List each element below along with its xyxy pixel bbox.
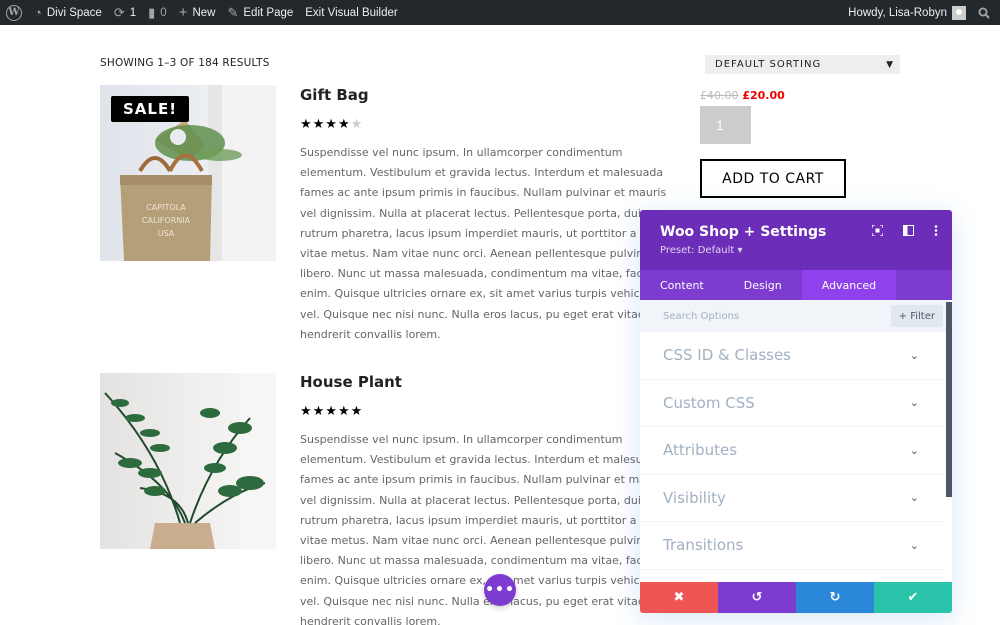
module-settings-panel: Woo Shop + Settings Preset: Default ▾ Co… bbox=[640, 210, 952, 613]
settings-sections: CSS ID & Classes ⌄ Custom CSS ⌄ Attribut… bbox=[640, 332, 952, 570]
split-view-icon[interactable] bbox=[903, 225, 914, 239]
star-rating: ★★★★★ bbox=[300, 404, 363, 419]
section-custom-css[interactable]: Custom CSS ⌄ bbox=[640, 380, 944, 427]
panel-scrollbar[interactable] bbox=[946, 302, 952, 497]
section-label: Visibility bbox=[663, 488, 726, 507]
chevron-down-icon: ⌄ bbox=[909, 443, 919, 457]
section-transitions[interactable]: Transitions ⌄ bbox=[640, 522, 944, 570]
product-image-house-plant[interactable] bbox=[100, 373, 276, 549]
dashboard-icon: ◔ bbox=[34, 5, 42, 20]
product-description: Suspendisse vel nunc ipsum. In ullamcorp… bbox=[300, 146, 667, 341]
save-button[interactable]: ✔ bbox=[874, 582, 952, 613]
close-icon: ✖ bbox=[673, 590, 685, 605]
new-label: New bbox=[192, 6, 216, 19]
house-plant-illustration bbox=[104, 373, 276, 549]
pencil-icon: ✎ bbox=[227, 4, 239, 20]
sale-badge: SALE! bbox=[111, 96, 190, 122]
product-title[interactable]: House Plant bbox=[300, 373, 402, 391]
preset-dropdown[interactable]: Preset: Default ▾ bbox=[660, 245, 952, 256]
exit-builder-label: Exit Visual Builder bbox=[305, 6, 398, 19]
chevron-down-icon: ⌄ bbox=[909, 491, 919, 505]
section-label: Transitions bbox=[663, 536, 744, 555]
section-label: Custom CSS bbox=[663, 393, 755, 412]
undo-icon: ↺ bbox=[751, 590, 763, 605]
stars-filled: ★★★★ bbox=[300, 117, 351, 132]
updates-count: 1 bbox=[129, 6, 137, 19]
chevron-down-icon: ⌄ bbox=[909, 348, 919, 362]
product-image-gift-bag[interactable]: CAPITOLA CALIFORNIA USA SALE! bbox=[100, 85, 276, 261]
panel-header: Woo Shop + Settings Preset: Default ▾ bbox=[640, 210, 952, 270]
product-price: £40.00 £20.00 bbox=[700, 89, 785, 102]
svg-text:CAPITOLA: CAPITOLA bbox=[146, 203, 186, 212]
sorting-selected: DEFAULT SORTING bbox=[715, 59, 822, 70]
svg-text:CALIFORNIA: CALIFORNIA bbox=[142, 216, 191, 225]
wp-logo-menu[interactable]: W bbox=[0, 0, 28, 25]
site-name: Divi Space bbox=[46, 6, 102, 19]
star-rating: ★★★★★ bbox=[300, 117, 363, 132]
panel-footer: ✖ ↺ ↻ ✔ bbox=[640, 582, 952, 613]
chevron-down-icon: ⌄ bbox=[909, 396, 919, 410]
stars-empty: ★ bbox=[350, 117, 364, 132]
wordpress-icon: W bbox=[6, 4, 22, 21]
plus-icon: + bbox=[178, 4, 188, 21]
comment-icon: ▮ bbox=[148, 4, 156, 20]
filter-button[interactable]: + Filter bbox=[890, 305, 943, 327]
howdy-text: Howdy, Lisa-Robyn bbox=[848, 6, 947, 19]
discard-button[interactable]: ✖ bbox=[640, 582, 718, 613]
section-visibility[interactable]: Visibility ⌄ bbox=[640, 475, 944, 522]
updates-menu[interactable]: ⟳ 1 bbox=[108, 0, 142, 25]
new-content-menu[interactable]: + New bbox=[173, 0, 222, 25]
search-toggle[interactable] bbox=[972, 0, 1000, 25]
comments-count: 0 bbox=[160, 6, 167, 19]
fullscreen-icon[interactable] bbox=[871, 224, 884, 239]
edit-page-label: Edit Page bbox=[243, 6, 294, 19]
checkmark-icon: ✔ bbox=[907, 590, 919, 605]
my-account-menu[interactable]: Howdy, Lisa-Robyn bbox=[842, 0, 972, 25]
sale-price: £20.00 bbox=[742, 89, 785, 102]
updates-icon: ⟳ bbox=[113, 4, 125, 20]
tab-design[interactable]: Design bbox=[724, 270, 802, 300]
redo-icon: ↻ bbox=[829, 590, 841, 605]
search-icon bbox=[978, 7, 990, 19]
site-name-menu[interactable]: ◔ Divi Space bbox=[28, 0, 108, 25]
product-title[interactable]: Gift Bag bbox=[300, 86, 369, 104]
redo-button[interactable]: ↻ bbox=[796, 582, 874, 613]
stars-filled: ★★★★★ bbox=[300, 404, 364, 419]
undo-button[interactable]: ↺ bbox=[718, 582, 796, 613]
edit-page-link[interactable]: ✎ Edit Page bbox=[221, 0, 299, 25]
exit-visual-builder-link[interactable]: Exit Visual Builder bbox=[299, 0, 403, 25]
result-count: SHOWING 1–3 OF 184 RESULTS bbox=[100, 57, 270, 69]
chevron-down-icon: ⌄ bbox=[909, 538, 919, 552]
chevron-down-icon: ▼ bbox=[886, 59, 894, 70]
quantity-input[interactable] bbox=[700, 106, 751, 144]
wp-admin-bar: W ◔ Divi Space ⟳ 1 ▮ 0 + New ✎ Edit Page… bbox=[0, 0, 1000, 25]
sorting-select[interactable]: DEFAULT SORTING ▼ bbox=[705, 55, 900, 74]
tab-content[interactable]: Content bbox=[640, 270, 724, 300]
section-attributes[interactable]: Attributes ⌄ bbox=[640, 427, 944, 475]
panel-tabs: Content Design Advanced bbox=[640, 270, 952, 300]
comments-menu[interactable]: ▮ 0 bbox=[142, 0, 173, 25]
search-options-input[interactable] bbox=[663, 310, 863, 322]
add-to-cart-button[interactable]: ADD TO CART bbox=[700, 159, 846, 198]
ellipsis-icon: ••• bbox=[485, 582, 515, 598]
more-options-icon[interactable] bbox=[934, 225, 938, 239]
section-label: Attributes bbox=[663, 441, 738, 460]
avatar bbox=[952, 5, 966, 20]
section-css-id-classes[interactable]: CSS ID & Classes ⌄ bbox=[640, 332, 944, 380]
svg-text:USA: USA bbox=[158, 229, 175, 238]
section-label: CSS ID & Classes bbox=[663, 346, 791, 365]
options-search-bar: + Filter bbox=[640, 300, 952, 332]
builder-more-button[interactable]: ••• bbox=[484, 574, 516, 606]
regular-price: £40.00 bbox=[700, 89, 739, 102]
tab-advanced[interactable]: Advanced bbox=[801, 270, 897, 300]
